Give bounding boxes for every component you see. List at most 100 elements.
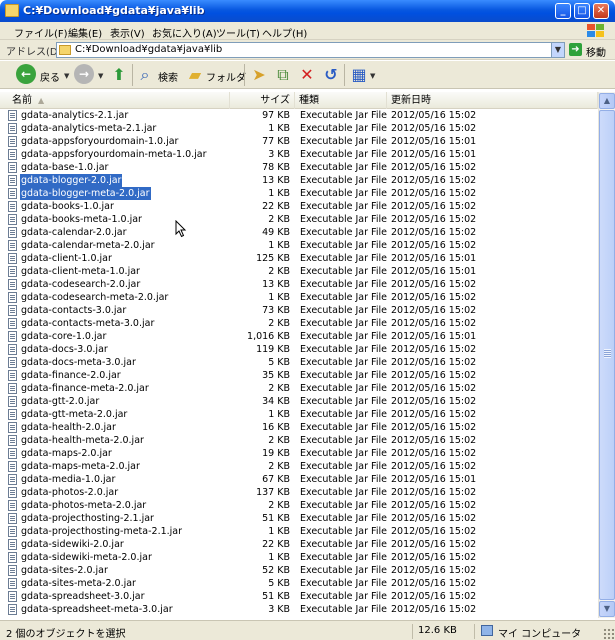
move-to-icon: ➤ bbox=[252, 65, 266, 84]
file-row[interactable]: gdata-sites-meta-2.0.jar 5 KB Executable J… bbox=[0, 577, 598, 590]
file-row[interactable]: gdata-photos-meta-2.0.jar 2 KB Executable … bbox=[0, 499, 598, 512]
resize-grip-icon[interactable] bbox=[603, 628, 614, 639]
file-row[interactable]: gdata-blogger-meta-2.0.jar 1 KB Executable… bbox=[0, 187, 598, 200]
file-size: 13 KB bbox=[262, 175, 290, 186]
up-folder-icon: ⬆ bbox=[112, 65, 126, 84]
file-row[interactable]: gdata-projecthosting-meta-2.1.jar 1 KB Exe… bbox=[0, 525, 598, 538]
file-type: Executable Jar File bbox=[300, 123, 387, 134]
scroll-up-button[interactable]: ▲ bbox=[599, 93, 615, 109]
delete-button[interactable]: ✕ bbox=[296, 64, 318, 86]
file-row[interactable]: gdata-blogger-2.0.jar 13 KB Executable Jar… bbox=[0, 174, 598, 187]
file-row[interactable]: gdata-health-2.0.jar 16 KB Executable Jar … bbox=[0, 421, 598, 434]
file-type: Executable Jar File bbox=[300, 188, 387, 199]
menu-edit[interactable]: 編集(E) bbox=[68, 25, 102, 40]
menu-file[interactable]: ファイル(F) bbox=[14, 25, 68, 40]
file-row[interactable]: gdata-appsforyourdomain-meta-1.0.jar 3 KB… bbox=[0, 148, 598, 161]
file-row[interactable]: gdata-docs-3.0.jar 119 KB Executable Jar F… bbox=[0, 343, 598, 356]
jar-file-icon bbox=[8, 123, 17, 134]
file-name: gdata-sites-meta-2.0.jar bbox=[21, 578, 136, 589]
views-button[interactable]: ▦ ▼ bbox=[348, 64, 378, 86]
close-button[interactable]: ✕ bbox=[593, 3, 609, 19]
search-button[interactable]: ⌕ 検索 bbox=[136, 64, 184, 86]
file-row[interactable]: gdata-codesearch-meta-2.0.jar 1 KB Executa… bbox=[0, 291, 598, 304]
menu-favorites[interactable]: お気に入り(A) bbox=[152, 25, 217, 40]
file-row[interactable]: gdata-spreadsheet-3.0.jar 51 KB Executable… bbox=[0, 590, 598, 603]
column-header-bar: 名前 ▲ サイズ 種類 更新日時 bbox=[0, 92, 598, 109]
menu-help[interactable]: ヘルプ(H) bbox=[262, 25, 307, 40]
file-row[interactable]: gdata-calendar-2.0.jar 49 KB Executable Ja… bbox=[0, 226, 598, 239]
file-row[interactable]: gdata-base-1.0.jar 78 KB Executable Jar Fi… bbox=[0, 161, 598, 174]
file-size: 52 KB bbox=[262, 565, 290, 576]
file-date: 2012/05/16 15:02 bbox=[391, 487, 477, 498]
menu-view[interactable]: 表示(V) bbox=[110, 25, 145, 40]
file-row[interactable]: gdata-projecthosting-2.1.jar 51 KB Executa… bbox=[0, 512, 598, 525]
file-row[interactable]: gdata-docs-meta-3.0.jar 5 KB Executable Ja… bbox=[0, 356, 598, 369]
file-row[interactable]: gdata-books-1.0.jar 22 KB Executable Jar F… bbox=[0, 200, 598, 213]
file-date: 2012/05/16 15:02 bbox=[391, 240, 477, 251]
file-row[interactable]: gdata-maps-2.0.jar 19 KB Executable Jar Fi… bbox=[0, 447, 598, 460]
file-row[interactable]: gdata-spreadsheet-meta-3.0.jar 3 KB Execut… bbox=[0, 603, 598, 616]
forward-history-dropdown-icon[interactable]: ▼ bbox=[98, 72, 103, 80]
column-header-type[interactable]: 種類 bbox=[295, 92, 387, 109]
file-type: Executable Jar File bbox=[300, 149, 387, 160]
jar-file-icon bbox=[8, 513, 17, 524]
column-header-size[interactable]: サイズ bbox=[230, 92, 295, 109]
file-row[interactable]: gdata-analytics-meta-2.1.jar 1 KB Executab… bbox=[0, 122, 598, 135]
back-button[interactable]: ← 戻る bbox=[4, 64, 66, 86]
minimize-button[interactable]: _ bbox=[555, 3, 571, 19]
title-bar[interactable]: C:¥Download¥gdata¥java¥lib _ □ ✕ bbox=[0, 0, 615, 22]
file-row[interactable]: gdata-finance-2.0.jar 35 KB Executable Jar… bbox=[0, 369, 598, 382]
file-row[interactable]: gdata-photos-2.0.jar 137 KB Executable Jar… bbox=[0, 486, 598, 499]
file-row[interactable]: gdata-media-1.0.jar 67 KB Executable Jar F… bbox=[0, 473, 598, 486]
menu-tools[interactable]: ツール(T) bbox=[216, 25, 260, 40]
file-row[interactable]: gdata-sidewiki-meta-2.0.jar 1 KB Executabl… bbox=[0, 551, 598, 564]
file-row[interactable]: gdata-calendar-meta-2.0.jar 1 KB Executabl… bbox=[0, 239, 598, 252]
address-value: C:¥Download¥gdata¥java¥lib bbox=[75, 44, 223, 55]
undo-button[interactable]: ↺ bbox=[320, 64, 342, 86]
file-row[interactable]: gdata-health-meta-2.0.jar 2 KB Executable … bbox=[0, 434, 598, 447]
copy-to-button[interactable]: ⧉ bbox=[272, 64, 294, 86]
file-row[interactable]: gdata-sidewiki-2.0.jar 22 KB Executable Ja… bbox=[0, 538, 598, 551]
address-input[interactable]: C:¥Download¥gdata¥java¥lib bbox=[56, 42, 565, 58]
file-list[interactable]: gdata-analytics-2.1.jar 97 KB Executable J… bbox=[0, 109, 598, 618]
address-label: アドレス(D) bbox=[6, 47, 62, 58]
file-row[interactable]: gdata-core-1.0.jar 1,016 KB Executable Jar… bbox=[0, 330, 598, 343]
back-history-dropdown-icon[interactable]: ▼ bbox=[64, 72, 69, 80]
file-row[interactable]: gdata-codesearch-2.0.jar 13 KB Executable … bbox=[0, 278, 598, 291]
column-header-name[interactable]: 名前 ▲ bbox=[0, 92, 230, 109]
jar-file-icon bbox=[8, 240, 17, 251]
file-row[interactable]: gdata-appsforyourdomain-1.0.jar 77 KB Exec… bbox=[0, 135, 598, 148]
file-row[interactable]: gdata-maps-meta-2.0.jar 2 KB Executable Ja… bbox=[0, 460, 598, 473]
folders-button[interactable]: ▰ フォルダ bbox=[186, 64, 246, 86]
scroll-down-button[interactable]: ▼ bbox=[599, 601, 615, 617]
column-header-date[interactable]: 更新日時 bbox=[387, 92, 598, 109]
file-type: Executable Jar File bbox=[300, 331, 387, 342]
file-date: 2012/05/16 15:02 bbox=[391, 578, 477, 589]
file-row[interactable]: gdata-client-meta-1.0.jar 2 KB Executable … bbox=[0, 265, 598, 278]
file-row[interactable]: gdata-client-1.0.jar 125 KB Executable Jar… bbox=[0, 252, 598, 265]
file-row[interactable]: gdata-sites-2.0.jar 52 KB Executable Jar F… bbox=[0, 564, 598, 577]
address-dropdown-button[interactable]: ▼ bbox=[551, 42, 565, 58]
file-row[interactable]: gdata-contacts-meta-3.0.jar 2 KB Executabl… bbox=[0, 317, 598, 330]
file-name: gdata-gtt-meta-2.0.jar bbox=[21, 409, 128, 420]
file-row[interactable]: gdata-gtt-meta-2.0.jar 1 KB Executable Jar… bbox=[0, 408, 598, 421]
file-row[interactable]: gdata-books-meta-1.0.jar 2 KB Executable J… bbox=[0, 213, 598, 226]
scroll-thumb[interactable] bbox=[599, 110, 615, 600]
file-row[interactable]: gdata-contacts-3.0.jar 73 KB Executable Ja… bbox=[0, 304, 598, 317]
file-size: 34 KB bbox=[262, 396, 290, 407]
file-row[interactable]: gdata-analytics-2.1.jar 97 KB Executable J… bbox=[0, 109, 598, 122]
vertical-scrollbar[interactable]: ▲ ▼ bbox=[598, 92, 615, 618]
move-to-button[interactable]: ➤ bbox=[248, 64, 270, 86]
file-date: 2012/05/16 15:02 bbox=[391, 513, 477, 524]
file-date: 2012/05/16 15:02 bbox=[391, 227, 477, 238]
file-row[interactable]: gdata-gtt-2.0.jar 34 KB Executable Jar Fil… bbox=[0, 395, 598, 408]
file-row[interactable]: gdata-finance-meta-2.0.jar 2 KB Executable… bbox=[0, 382, 598, 395]
file-type: Executable Jar File bbox=[300, 552, 387, 563]
file-type: Executable Jar File bbox=[300, 266, 387, 277]
file-date: 2012/05/16 15:02 bbox=[391, 448, 477, 459]
file-name: gdata-contacts-3.0.jar bbox=[21, 305, 127, 316]
file-size: 97 KB bbox=[262, 110, 290, 121]
file-date: 2012/05/16 15:02 bbox=[391, 214, 477, 225]
maximize-button[interactable]: □ bbox=[574, 3, 590, 19]
up-folder-button[interactable]: ⬆ bbox=[108, 64, 130, 86]
